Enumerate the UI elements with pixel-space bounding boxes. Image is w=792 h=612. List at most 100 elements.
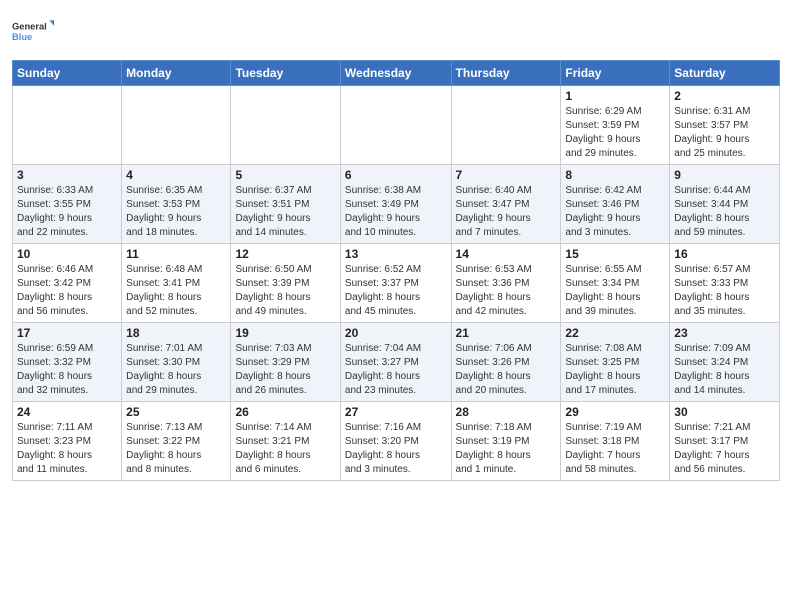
day-number: 19: [235, 326, 335, 340]
svg-text:General: General: [12, 22, 47, 32]
day-number: 16: [674, 247, 775, 261]
day-number: 6: [345, 168, 447, 182]
day-number: 21: [456, 326, 557, 340]
calendar-cell: [13, 86, 122, 165]
day-info: Sunrise: 6:57 AMSunset: 3:33 PMDaylight:…: [674, 263, 775, 319]
header: General Blue: [12, 10, 780, 52]
calendar-cell: [231, 86, 340, 165]
day-info: Sunrise: 6:53 AMSunset: 3:36 PMDaylight:…: [456, 263, 557, 319]
calendar-cell: 12 Sunrise: 6:50 AMSunset: 3:39 PMDayligh…: [231, 244, 340, 323]
calendar-cell: 13 Sunrise: 6:52 AMSunset: 3:37 PMDayligh…: [340, 244, 451, 323]
calendar-cell: 15 Sunrise: 6:55 AMSunset: 3:34 PMDayligh…: [561, 244, 670, 323]
day-info: Sunrise: 6:38 AMSunset: 3:49 PMDaylight:…: [345, 184, 447, 240]
day-info: Sunrise: 6:29 AMSunset: 3:59 PMDaylight:…: [565, 105, 665, 161]
day-number: 26: [235, 405, 335, 419]
day-info: Sunrise: 6:50 AMSunset: 3:39 PMDaylight:…: [235, 263, 335, 319]
calendar-cell: 19 Sunrise: 7:03 AMSunset: 3:29 PMDayligh…: [231, 323, 340, 402]
day-number: 17: [17, 326, 117, 340]
day-number: 20: [345, 326, 447, 340]
day-info: Sunrise: 7:14 AMSunset: 3:21 PMDaylight:…: [235, 421, 335, 477]
day-header-thursday: Thursday: [451, 61, 561, 86]
day-number: 11: [126, 247, 226, 261]
day-header-tuesday: Tuesday: [231, 61, 340, 86]
calendar-table: SundayMondayTuesdayWednesdayThursdayFrid…: [12, 60, 780, 481]
calendar-cell: 11 Sunrise: 6:48 AMSunset: 3:41 PMDayligh…: [122, 244, 231, 323]
calendar-cell: 21 Sunrise: 7:06 AMSunset: 3:26 PMDayligh…: [451, 323, 561, 402]
calendar-cell: 14 Sunrise: 6:53 AMSunset: 3:36 PMDayligh…: [451, 244, 561, 323]
day-number: 10: [17, 247, 117, 261]
day-number: 22: [565, 326, 665, 340]
day-number: 3: [17, 168, 117, 182]
calendar-cell: 20 Sunrise: 7:04 AMSunset: 3:27 PMDayligh…: [340, 323, 451, 402]
calendar-cell: 3 Sunrise: 6:33 AMSunset: 3:55 PMDaylight…: [13, 165, 122, 244]
day-number: 12: [235, 247, 335, 261]
calendar-cell: 25 Sunrise: 7:13 AMSunset: 3:22 PMDayligh…: [122, 402, 231, 481]
day-number: 13: [345, 247, 447, 261]
calendar-cell: 28Sunrise: 7:18 AMSunset: 3:19 PMDayligh…: [451, 402, 561, 481]
day-info: Sunrise: 7:16 AMSunset: 3:20 PMDaylight:…: [345, 421, 447, 477]
day-info: Sunrise: 7:08 AMSunset: 3:25 PMDaylight:…: [565, 342, 665, 398]
day-info: Sunrise: 6:31 AMSunset: 3:57 PMDaylight:…: [674, 105, 775, 161]
day-info: Sunrise: 6:37 AMSunset: 3:51 PMDaylight:…: [235, 184, 335, 240]
day-info: Sunrise: 7:01 AMSunset: 3:30 PMDaylight:…: [126, 342, 226, 398]
day-number: 29: [565, 405, 665, 419]
day-number: 5: [235, 168, 335, 182]
calendar-cell: 1Sunrise: 6:29 AMSunset: 3:59 PMDaylight…: [561, 86, 670, 165]
svg-text:Blue: Blue: [12, 32, 32, 42]
calendar-cell: 22 Sunrise: 7:08 AMSunset: 3:25 PMDayligh…: [561, 323, 670, 402]
calendar-cell: 16 Sunrise: 6:57 AMSunset: 3:33 PMDayligh…: [670, 244, 780, 323]
calendar-week-row: 24 Sunrise: 7:11 AMSunset: 3:23 PMDayligh…: [13, 402, 780, 481]
calendar-cell: 5 Sunrise: 6:37 AMSunset: 3:51 PMDaylight…: [231, 165, 340, 244]
day-number: 24: [17, 405, 117, 419]
day-header-saturday: Saturday: [670, 61, 780, 86]
day-info: Sunrise: 6:59 AMSunset: 3:32 PMDaylight:…: [17, 342, 117, 398]
day-number: 4: [126, 168, 226, 182]
day-info: Sunrise: 6:48 AMSunset: 3:41 PMDaylight:…: [126, 263, 226, 319]
logo-icon: General Blue: [12, 10, 54, 52]
calendar-cell: 24 Sunrise: 7:11 AMSunset: 3:23 PMDayligh…: [13, 402, 122, 481]
calendar-cell: [122, 86, 231, 165]
calendar-cell: 4 Sunrise: 6:35 AMSunset: 3:53 PMDaylight…: [122, 165, 231, 244]
calendar-cell: 26 Sunrise: 7:14 AMSunset: 3:21 PMDayligh…: [231, 402, 340, 481]
calendar-cell: 8 Sunrise: 6:42 AMSunset: 3:46 PMDaylight…: [561, 165, 670, 244]
day-info: Sunrise: 6:35 AMSunset: 3:53 PMDaylight:…: [126, 184, 226, 240]
day-info: Sunrise: 6:33 AMSunset: 3:55 PMDaylight:…: [17, 184, 117, 240]
day-info: Sunrise: 7:06 AMSunset: 3:26 PMDaylight:…: [456, 342, 557, 398]
day-info: Sunrise: 7:11 AMSunset: 3:23 PMDaylight:…: [17, 421, 117, 477]
day-info: Sunrise: 6:42 AMSunset: 3:46 PMDaylight:…: [565, 184, 665, 240]
calendar-cell: 18 Sunrise: 7:01 AMSunset: 3:30 PMDayligh…: [122, 323, 231, 402]
calendar-week-row: 17 Sunrise: 6:59 AMSunset: 3:32 PMDayligh…: [13, 323, 780, 402]
day-number: 14: [456, 247, 557, 261]
day-number: 9: [674, 168, 775, 182]
page: General Blue SundayMondayTuesdayWednesda…: [0, 0, 792, 612]
day-number: 27: [345, 405, 447, 419]
day-info: Sunrise: 6:55 AMSunset: 3:34 PMDaylight:…: [565, 263, 665, 319]
day-number: 7: [456, 168, 557, 182]
calendar-cell: 7Sunrise: 6:40 AMSunset: 3:47 PMDaylight…: [451, 165, 561, 244]
calendar-week-row: 10Sunrise: 6:46 AMSunset: 3:42 PMDayligh…: [13, 244, 780, 323]
calendar-week-row: 3 Sunrise: 6:33 AMSunset: 3:55 PMDaylight…: [13, 165, 780, 244]
day-info: Sunrise: 6:52 AMSunset: 3:37 PMDaylight:…: [345, 263, 447, 319]
day-info: Sunrise: 7:09 AMSunset: 3:24 PMDaylight:…: [674, 342, 775, 398]
day-number: 8: [565, 168, 665, 182]
day-header-sunday: Sunday: [13, 61, 122, 86]
calendar-cell: 30Sunrise: 7:21 AMSunset: 3:17 PMDayligh…: [670, 402, 780, 481]
calendar-cell: 10Sunrise: 6:46 AMSunset: 3:42 PMDayligh…: [13, 244, 122, 323]
calendar-cell: 9Sunrise: 6:44 AMSunset: 3:44 PMDaylight…: [670, 165, 780, 244]
day-header-wednesday: Wednesday: [340, 61, 451, 86]
day-number: 25: [126, 405, 226, 419]
calendar-cell: 17 Sunrise: 6:59 AMSunset: 3:32 PMDayligh…: [13, 323, 122, 402]
day-info: Sunrise: 7:04 AMSunset: 3:27 PMDaylight:…: [345, 342, 447, 398]
day-info: Sunrise: 7:03 AMSunset: 3:29 PMDaylight:…: [235, 342, 335, 398]
day-info: Sunrise: 7:21 AMSunset: 3:17 PMDaylight:…: [674, 421, 775, 477]
day-info: Sunrise: 7:19 AMSunset: 3:18 PMDaylight:…: [565, 421, 665, 477]
day-info: Sunrise: 7:13 AMSunset: 3:22 PMDaylight:…: [126, 421, 226, 477]
day-number: 18: [126, 326, 226, 340]
calendar-header-row: SundayMondayTuesdayWednesdayThursdayFrid…: [13, 61, 780, 86]
day-number: 15: [565, 247, 665, 261]
day-info: Sunrise: 7:18 AMSunset: 3:19 PMDaylight:…: [456, 421, 557, 477]
day-number: 2: [674, 89, 775, 103]
calendar-cell: 27 Sunrise: 7:16 AMSunset: 3:20 PMDayligh…: [340, 402, 451, 481]
calendar-cell: [340, 86, 451, 165]
day-header-friday: Friday: [561, 61, 670, 86]
